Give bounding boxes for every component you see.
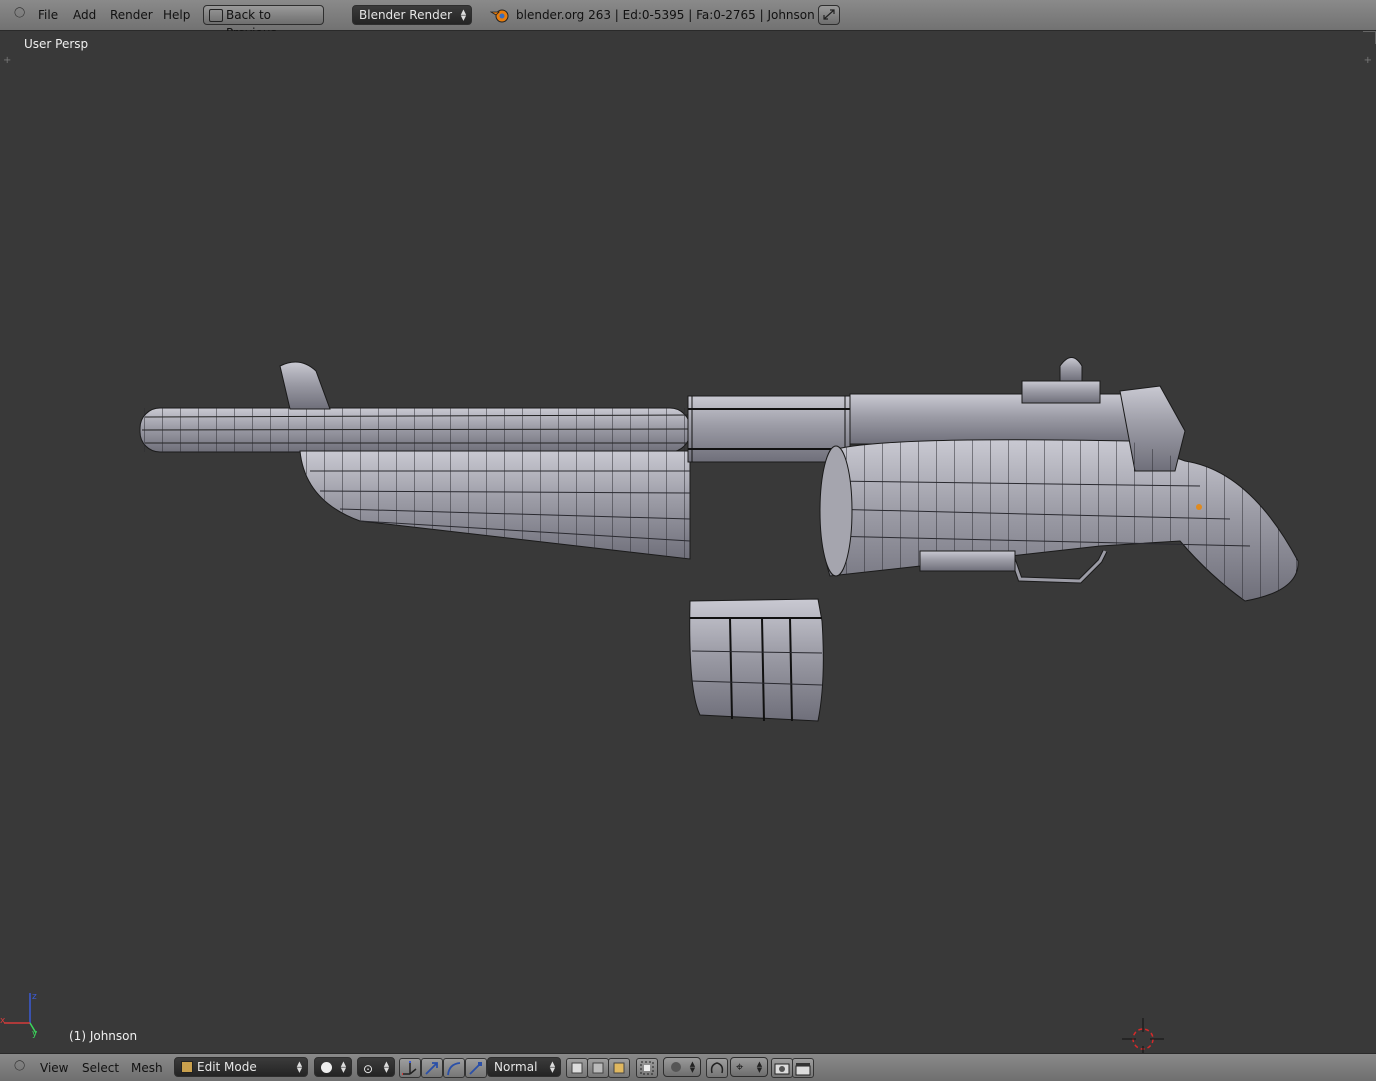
receiver-stock-mesh	[819, 357, 1299, 602]
updown-icon: ▲ ▼	[549, 1060, 556, 1074]
scene-statistics: blender.org 263 | Ed:0-5395 | Fa:0-2765 …	[516, 8, 815, 22]
updown-icon: ▲ ▼	[756, 1060, 763, 1074]
barrel-mesh	[139, 361, 691, 453]
occlude-geometry-button[interactable]	[636, 1058, 658, 1078]
rotate-icon	[447, 1062, 461, 1076]
3d-viewport[interactable]: User Persp + + x y z (1) Johnson	[0, 31, 1376, 1060]
3d-view-header: ◯ View Select Mesh Edit Mode ▲ ▼ ▲ ▼ ⊙ ▲ ▼ …	[0, 1053, 1376, 1081]
active-object-label: (1) Johnson	[69, 1029, 138, 1043]
occlude-icon	[640, 1061, 654, 1075]
translate-manipulator-button[interactable]	[421, 1058, 443, 1078]
axis-gizmo-icon: x y z	[0, 992, 38, 1039]
svg-text:y: y	[32, 1029, 38, 1039]
menu-help[interactable]: Help	[163, 8, 190, 22]
magazine-mesh	[689, 598, 824, 722]
edge-select-icon	[592, 1062, 604, 1074]
updown-icon: ▲ ▼	[383, 1060, 390, 1074]
scale-icon	[469, 1062, 482, 1075]
proportional-editing-select[interactable]: ▲ ▼	[663, 1057, 701, 1077]
transform-orientation-select[interactable]: Normal ▲ ▼	[487, 1057, 561, 1077]
back-icon	[209, 9, 223, 22]
object-origin-dot	[1196, 504, 1202, 510]
render-opengl-button[interactable]	[771, 1058, 793, 1078]
snap-toggle-button[interactable]	[706, 1058, 728, 1078]
vertex-select-button[interactable]	[566, 1058, 588, 1078]
menu-select[interactable]: Select	[82, 1061, 119, 1075]
render-engine-value: Blender Render	[359, 8, 453, 22]
solid-shading-icon	[321, 1062, 332, 1073]
edit-mode-icon	[181, 1061, 193, 1073]
viewport-shading-select[interactable]: ▲ ▼	[314, 1057, 352, 1077]
menu-file[interactable]: File	[38, 8, 58, 22]
pivot-point-select[interactable]: ⊙ ▲ ▼	[357, 1057, 395, 1077]
back-to-previous-button[interactable]: Back to Previous	[203, 5, 324, 40]
clapper-icon	[795, 1063, 811, 1076]
manipulator-toggle-button[interactable]	[399, 1058, 421, 1078]
updown-icon: ▲ ▼	[296, 1060, 303, 1074]
editor-type-icon[interactable]: ◯	[14, 1060, 25, 1071]
svg-text:x: x	[0, 1016, 6, 1026]
arrow-icon	[425, 1062, 438, 1075]
updown-icon: ▲ ▼	[689, 1060, 696, 1074]
mesh-model[interactable]	[0, 31, 1376, 1053]
svg-text:z: z	[32, 992, 37, 1002]
vertex-select-icon	[571, 1062, 583, 1074]
render-engine-select[interactable]: Blender Render ▲ ▼	[352, 5, 472, 25]
maximize-button[interactable]	[818, 5, 840, 25]
magnet-icon	[710, 1062, 724, 1074]
camera-icon	[774, 1063, 790, 1075]
menu-render[interactable]: Render	[110, 8, 153, 22]
blender-logo-icon	[490, 9, 509, 23]
orientation-value: Normal	[494, 1060, 538, 1074]
face-select-button[interactable]	[608, 1058, 630, 1078]
updown-icon: ▲ ▼	[460, 8, 467, 22]
manipulator-icon	[402, 1061, 417, 1075]
menu-add[interactable]: Add	[73, 8, 96, 22]
updown-icon: ▲ ▼	[340, 1060, 347, 1074]
mode-value: Edit Mode	[197, 1060, 257, 1074]
face-select-icon	[613, 1062, 625, 1074]
receiver-band-mesh	[687, 395, 851, 463]
menu-view[interactable]: View	[40, 1061, 68, 1075]
menu-mesh[interactable]: Mesh	[131, 1061, 163, 1075]
maximize-icon	[823, 9, 835, 20]
rotate-manipulator-button[interactable]	[443, 1058, 465, 1078]
mode-select[interactable]: Edit Mode ▲ ▼	[174, 1057, 308, 1077]
forestock-mesh	[299, 450, 691, 560]
pivot-icon: ⊙	[363, 1062, 374, 1076]
edge-select-button[interactable]	[587, 1058, 609, 1078]
editor-type-icon[interactable]: ◯	[14, 7, 25, 18]
snap-element-select[interactable]: ⌖ ▲ ▼	[730, 1057, 768, 1077]
snap-grid-icon: ⌖	[736, 1060, 744, 1075]
render-animation-button[interactable]	[792, 1058, 814, 1078]
proportional-icon	[671, 1062, 681, 1072]
info-header: ◯ File Add Render Help Back to Previous …	[0, 0, 1376, 40]
scale-manipulator-button[interactable]	[465, 1058, 487, 1078]
